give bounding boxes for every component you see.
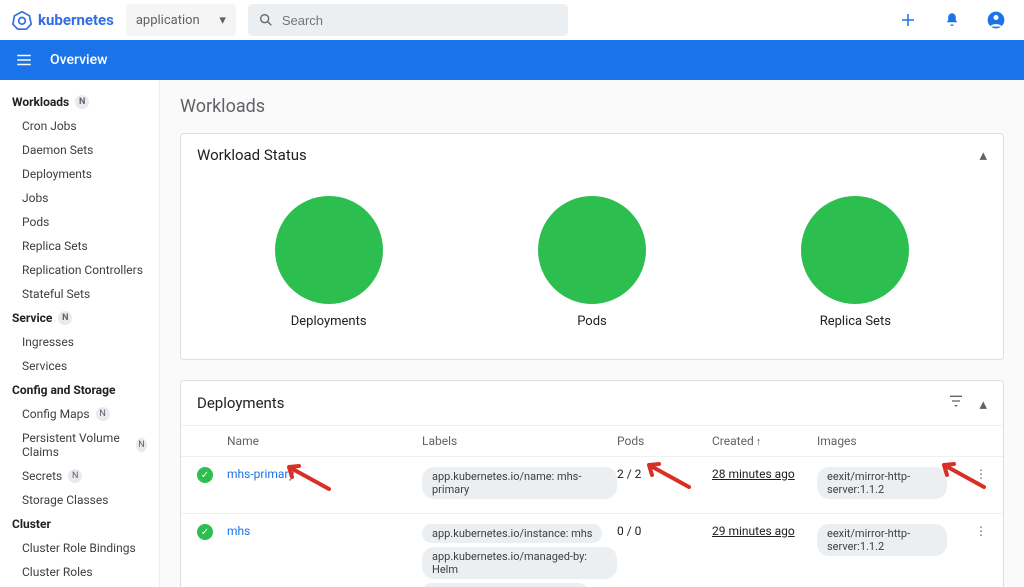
col-name[interactable]: Name	[227, 434, 422, 448]
deployment-name-link[interactable]: mhs	[227, 524, 250, 538]
sidebar-item-cron-jobs[interactable]: Cron Jobs	[0, 114, 159, 138]
namespace-selector-value: application	[136, 13, 200, 28]
sidebar-badge: N	[58, 311, 72, 325]
sidebar-item-ingresses[interactable]: Ingresses	[0, 330, 159, 354]
deployments-card: Deployments ▴ Name Labels Pods Created↑ …	[180, 380, 1004, 587]
sidebar-group-label: Cluster	[12, 517, 51, 531]
menu-toggle[interactable]	[12, 51, 36, 69]
card-header: Workload Status ▴	[181, 134, 1003, 176]
deployments-table-header: Name Labels Pods Created↑ Images	[181, 425, 1003, 456]
workload-status-row: Deployments Pods Replica Sets	[197, 186, 987, 339]
plus-icon	[899, 11, 917, 29]
sort-asc-icon: ↑	[756, 435, 762, 448]
page-header-title: Overview	[50, 52, 107, 68]
kubernetes-icon	[12, 10, 32, 30]
status-chart-pods	[538, 196, 646, 304]
col-labels: Labels	[422, 434, 617, 448]
topbar: kubernetes application ▾	[0, 0, 1024, 40]
label-chip[interactable]: app.kubernetes.io/managed-by: Helm	[422, 547, 617, 579]
table-row: ✓ mhs app.kubernetes.io/instance: mhs ap…	[181, 513, 1003, 587]
label-chip[interactable]: app.kubernetes.io/name: mhs-primary	[422, 467, 617, 499]
status-deployments: Deployments	[275, 196, 383, 329]
sidebar-item-storage-classes[interactable]: Storage Classes	[0, 488, 159, 512]
main-content: Workloads Workload Status ▴ Deployments …	[160, 80, 1024, 587]
sidebar-item-pvc[interactable]: Persistent Volume ClaimsN	[0, 426, 159, 464]
page-title: Workloads	[180, 96, 1004, 117]
notifications-button[interactable]	[936, 4, 968, 36]
sidebar-group-label: Workloads	[12, 95, 69, 109]
sidebar-item-cluster-roles[interactable]: Cluster Roles	[0, 560, 159, 584]
row-actions-menu[interactable]: ⋮	[947, 467, 987, 481]
sidebar-item-jobs[interactable]: Jobs	[0, 186, 159, 210]
pods-count: 2 / 2	[617, 467, 712, 481]
status-label: Deployments	[291, 314, 367, 329]
status-ok-icon: ✓	[197, 524, 213, 540]
pods-count: 0 / 0	[617, 524, 712, 538]
sidebar-item-stateful-sets[interactable]: Stateful Sets	[0, 282, 159, 306]
chevron-down-icon: ▾	[219, 13, 226, 28]
sidebar-item-services[interactable]: Services	[0, 354, 159, 378]
sidebar-badge: N	[96, 407, 110, 421]
status-chart-deployments	[275, 196, 383, 304]
create-button[interactable]	[892, 4, 924, 36]
bell-icon	[943, 11, 961, 29]
sidebar-group-config-storage[interactable]: Config and Storage	[0, 378, 159, 402]
sidebar-item-replica-sets[interactable]: Replica Sets	[0, 234, 159, 258]
deployment-name-link[interactable]: mhs-primary	[227, 467, 294, 481]
status-label: Pods	[577, 314, 607, 329]
card-title: Deployments	[197, 394, 284, 412]
sidebar-item-config-maps[interactable]: Config MapsN	[0, 402, 159, 426]
collapse-toggle[interactable]: ▴	[979, 146, 987, 164]
search-box[interactable]	[248, 4, 568, 36]
sidebar-item-replication-controllers[interactable]: Replication Controllers	[0, 258, 159, 282]
status-ok-icon: ✓	[197, 467, 213, 483]
filter-button[interactable]	[948, 395, 968, 413]
collapse-toggle[interactable]: ▴	[979, 395, 987, 413]
image-chip[interactable]: eexit/mirror-http-server:1.1.2	[817, 467, 947, 499]
card-title: Workload Status	[197, 146, 307, 164]
brand-text: kubernetes	[38, 11, 114, 29]
created-time: 28 minutes ago	[712, 467, 795, 481]
search-input[interactable]	[282, 13, 558, 28]
row-actions-menu[interactable]: ⋮	[947, 524, 987, 538]
sidebar-item-daemon-sets[interactable]: Daemon Sets	[0, 138, 159, 162]
hamburger-icon	[15, 51, 33, 69]
sidebar-group-label: Service	[12, 311, 52, 325]
sidebar-item-secrets[interactable]: SecretsN	[0, 464, 159, 488]
sidebar-group-service[interactable]: Service N	[0, 306, 159, 330]
sidebar-group-workloads[interactable]: Workloads N	[0, 90, 159, 114]
sidebar-badge: N	[136, 438, 147, 452]
sidebar-badge: N	[75, 95, 89, 109]
account-icon	[986, 10, 1006, 30]
label-chip[interactable]: app.kubernetes.io/name: mhs	[422, 583, 588, 587]
filter-icon	[948, 393, 964, 409]
status-label: Replica Sets	[820, 314, 891, 329]
sidebar-item-deployments[interactable]: Deployments	[0, 162, 159, 186]
image-chip[interactable]: eexit/mirror-http-server:1.1.2	[817, 524, 947, 556]
sidebar: Workloads N Cron Jobs Daemon Sets Deploym…	[0, 80, 160, 587]
card-header: Deployments ▴	[181, 381, 1003, 425]
sidebar-group-cluster[interactable]: Cluster	[0, 512, 159, 536]
status-pods: Pods	[538, 196, 646, 329]
page-header-bar: Overview	[0, 40, 1024, 80]
created-time: 29 minutes ago	[712, 524, 795, 538]
status-replicasets: Replica Sets	[801, 196, 909, 329]
workload-status-card: Workload Status ▴ Deployments Pods Repl	[180, 133, 1004, 360]
sidebar-item-pods[interactable]: Pods	[0, 210, 159, 234]
status-chart-replicasets	[801, 196, 909, 304]
sidebar-group-label: Config and Storage	[12, 383, 115, 397]
namespace-selector[interactable]: application ▾	[126, 4, 236, 36]
sidebar-badge: N	[68, 469, 82, 483]
col-images: Images	[817, 434, 947, 448]
label-chip[interactable]: app.kubernetes.io/instance: mhs	[422, 524, 602, 543]
table-row: ✓ mhs-primary app.kubernetes.io/name: mh…	[181, 456, 1003, 513]
col-created[interactable]: Created↑	[712, 434, 817, 448]
col-pods: Pods	[617, 434, 712, 448]
search-icon	[258, 12, 274, 28]
account-button[interactable]	[980, 4, 1012, 36]
sidebar-item-cluster-role-bindings[interactable]: Cluster Role Bindings	[0, 536, 159, 560]
brand-logo: kubernetes	[12, 10, 114, 30]
